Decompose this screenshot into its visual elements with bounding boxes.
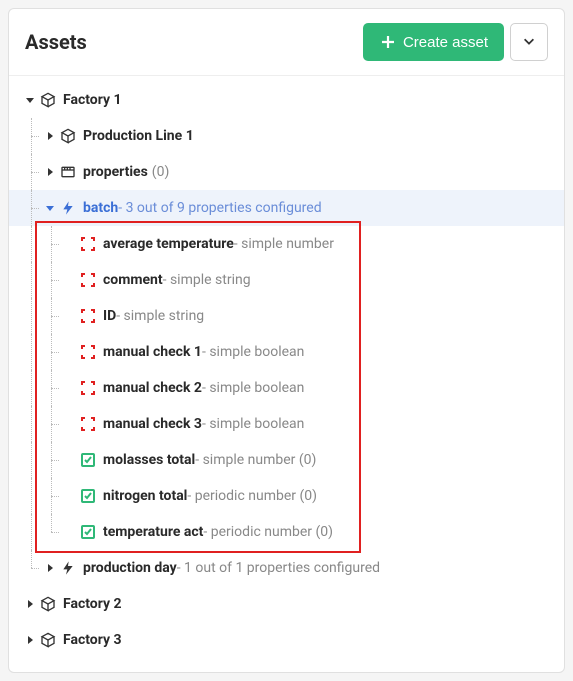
tree-node-property[interactable]: nitrogen totalperiodic number (0): [9, 478, 564, 514]
header-actions: Create asset: [363, 23, 548, 61]
chevron-down-icon: [522, 34, 536, 51]
property-meta: periodic number (0): [187, 488, 317, 504]
create-asset-label: Create asset: [403, 34, 488, 51]
cube-icon: [39, 91, 57, 109]
property-label: manual check 1: [103, 344, 202, 360]
film-icon: [59, 163, 77, 181]
tree-node-property[interactable]: IDsimple string: [9, 298, 564, 334]
cube-icon: [59, 127, 77, 145]
caret-icon: [61, 523, 79, 541]
node-label: production day: [83, 560, 177, 576]
property-meta: simple boolean: [202, 416, 304, 432]
tree-node-factory[interactable]: Factory 2: [9, 586, 564, 622]
caret-right-icon[interactable]: [21, 595, 39, 613]
caret-icon: [61, 343, 79, 361]
brackets-icon: [79, 235, 97, 253]
property-meta: simple string: [163, 272, 251, 288]
tree-node-production-line[interactable]: Production Line 1: [9, 118, 564, 154]
caret-right-icon[interactable]: [41, 127, 59, 145]
brackets-icon: [79, 271, 97, 289]
tree-node-property[interactable]: manual check 3simple boolean: [9, 406, 564, 442]
bolt-icon: [59, 559, 77, 577]
tree-node-property[interactable]: temperature actperiodic number (0): [9, 514, 564, 550]
panel-header: Assets Create asset: [9, 9, 564, 76]
caret-down-icon[interactable]: [21, 91, 39, 109]
node-count: (0): [152, 164, 170, 180]
property-meta: simple boolean: [202, 380, 304, 396]
property-meta: simple boolean: [202, 344, 304, 360]
tree-node-property[interactable]: average temperaturesimple number: [9, 226, 564, 262]
property-label: nitrogen total: [103, 488, 187, 504]
cube-icon: [39, 631, 57, 649]
caret-right-icon[interactable]: [21, 631, 39, 649]
property-label: manual check 2: [103, 380, 202, 396]
caret-right-icon[interactable]: [41, 163, 59, 181]
assets-panel: Assets Create asset: [8, 8, 565, 673]
brackets-icon: [79, 415, 97, 433]
tree-node-property[interactable]: manual check 2simple boolean: [9, 370, 564, 406]
caret-icon: [61, 235, 79, 253]
property-label: molasses total: [103, 452, 195, 468]
caret-icon: [61, 307, 79, 325]
check-square-icon: [79, 487, 97, 505]
property-meta: simple number (0): [195, 452, 316, 468]
tree-node-production-day[interactable]: production day 1 out of 1 properties con…: [9, 550, 564, 586]
caret-icon: [61, 451, 79, 469]
property-label: ID: [103, 308, 116, 324]
create-asset-button[interactable]: Create asset: [363, 23, 504, 61]
node-meta: 1 out of 1 properties configured: [177, 560, 380, 576]
tree-node-factory[interactable]: Factory 3: [9, 622, 564, 658]
property-label: comment: [103, 272, 163, 288]
property-meta: simple number: [234, 236, 334, 252]
check-square-icon: [79, 523, 97, 541]
panel-title: Assets: [25, 30, 87, 54]
cube-icon: [39, 595, 57, 613]
tree-node-property[interactable]: molasses totalsimple number (0): [9, 442, 564, 478]
node-label: Factory 3: [63, 632, 122, 648]
tree-node-property[interactable]: commentsimple string: [9, 262, 564, 298]
property-meta: periodic number (0): [203, 524, 333, 540]
caret-icon: [61, 415, 79, 433]
caret-icon: [61, 379, 79, 397]
caret-icon: [61, 271, 79, 289]
brackets-icon: [79, 379, 97, 397]
plus-icon: [379, 33, 397, 51]
node-label: Factory 1: [63, 92, 122, 108]
node-label: properties: [83, 164, 148, 180]
caret-right-icon[interactable]: [41, 559, 59, 577]
brackets-icon: [79, 343, 97, 361]
node-label: batch: [83, 200, 118, 216]
property-label: manual check 3: [103, 416, 202, 432]
property-meta: simple string: [116, 308, 204, 324]
asset-tree: Factory 1 Production Line 1: [9, 76, 564, 672]
tree-node-property[interactable]: manual check 1simple boolean: [9, 334, 564, 370]
property-label: average temperature: [103, 236, 234, 252]
create-dropdown-button[interactable]: [510, 23, 548, 61]
check-square-icon: [79, 451, 97, 469]
node-label: Production Line 1: [83, 128, 194, 144]
caret-icon: [61, 487, 79, 505]
tree-node-properties[interactable]: properties (0): [9, 154, 564, 190]
tree-node-batch[interactable]: batch 3 out of 9 properties configured: [9, 190, 564, 226]
tree-node-factory[interactable]: Factory 1: [9, 82, 564, 118]
property-label: temperature act: [103, 524, 203, 540]
bolt-icon: [59, 199, 77, 217]
node-meta: 3 out of 9 properties configured: [118, 200, 321, 216]
node-label: Factory 2: [63, 596, 122, 612]
caret-down-icon[interactable]: [41, 199, 59, 217]
brackets-icon: [79, 307, 97, 325]
